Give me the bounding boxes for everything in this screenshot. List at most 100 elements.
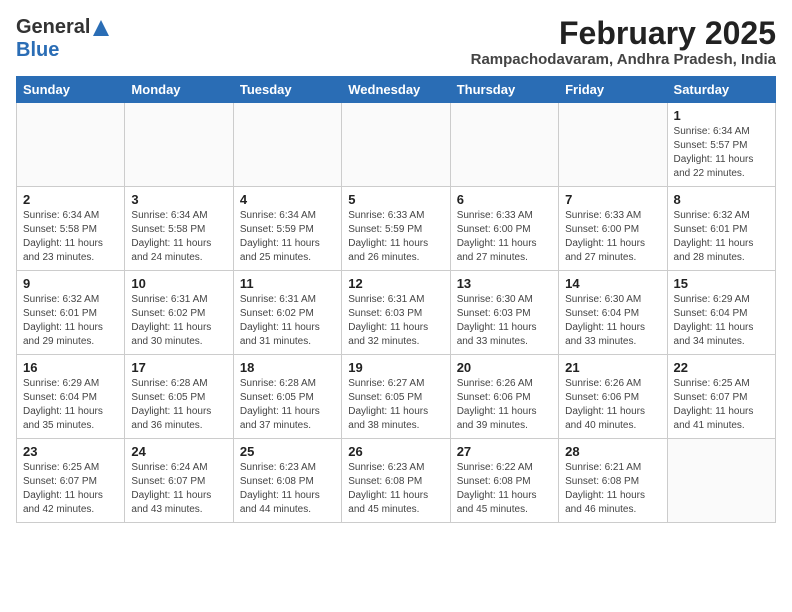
day-number: 10 [131, 276, 226, 291]
day-number: 16 [23, 360, 118, 375]
day-number: 15 [674, 276, 769, 291]
calendar-cell: 19Sunrise: 6:27 AM Sunset: 6:05 PM Dayli… [342, 355, 450, 439]
calendar-cell: 25 Sunrise: 6:23 AM Sunset: 6:08 PM Dayli… [233, 439, 341, 523]
day-info: Sunrise: 6:28 AM Sunset: 6:05 PM Dayligh… [240, 377, 335, 433]
calendar-cell: 26 Sunrise: 6:23 AM Sunset: 6:08 PM Dayli… [342, 439, 450, 523]
week-row-3: 9 Sunrise: 6:32 AM Sunset: 6:01 PM Daylig… [17, 271, 776, 355]
calendar-cell: 5 Sunrise: 6:33 AM Sunset: 5:59 PM Daylig… [342, 187, 450, 271]
day-number: 5 [348, 192, 443, 207]
calendar-cell: 27 Sunrise: 6:22 AM Sunset: 6:08 PM Dayli… [450, 439, 558, 523]
calendar-cell: 12 Sunrise: 6:31 AM Sunset: 6:03 PM Dayli… [342, 271, 450, 355]
title-section: February 2025 Rampachodavaram, Andhra Pr… [471, 16, 776, 68]
day-info: Sunrise: 6:31 AM Sunset: 6:02 PM Dayligh… [131, 293, 226, 349]
col-header-thursday: Thursday [450, 77, 558, 103]
day-number: 4 [240, 192, 335, 207]
calendar-cell: 3 Sunrise: 6:34 AM Sunset: 5:58 PM Daylig… [125, 187, 233, 271]
day-number: 24 [131, 444, 226, 459]
calendar-cell: 2 Sunrise: 6:34 AM Sunset: 5:58 PM Daylig… [17, 187, 125, 271]
day-info: Sunrise: 6:24 AM Sunset: 6:07 PM Dayligh… [131, 461, 226, 517]
logo-general-text: General [16, 16, 90, 39]
calendar-cell [125, 103, 233, 187]
day-number: 25 [240, 444, 335, 459]
col-header-tuesday: Tuesday [233, 77, 341, 103]
day-info: Sunrise: 6:26 AM Sunset: 6:06 PM Dayligh… [457, 377, 552, 433]
day-info: Sunrise: 6:31 AM Sunset: 6:03 PM Dayligh… [348, 293, 443, 349]
day-number: 14 [565, 276, 660, 291]
calendar-cell: 11Sunrise: 6:31 AM Sunset: 6:02 PM Dayli… [233, 271, 341, 355]
day-number: 27 [457, 444, 552, 459]
calendar-cell: 28 Sunrise: 6:21 AM Sunset: 6:08 PM Dayli… [559, 439, 667, 523]
day-number: 22 [674, 360, 769, 375]
col-header-monday: Monday [125, 77, 233, 103]
calendar-cell: 20 Sunrise: 6:26 AM Sunset: 6:06 PM Dayli… [450, 355, 558, 439]
day-number: 23 [23, 444, 118, 459]
day-info: Sunrise: 6:30 AM Sunset: 6:04 PM Dayligh… [565, 293, 660, 349]
calendar-cell: 16 Sunrise: 6:29 AM Sunset: 6:04 PM Dayli… [17, 355, 125, 439]
day-number: 8 [674, 192, 769, 207]
day-number: 1 [674, 108, 769, 123]
day-number: 18 [240, 360, 335, 375]
calendar-cell: 18 Sunrise: 6:28 AM Sunset: 6:05 PM Dayli… [233, 355, 341, 439]
day-info: Sunrise: 6:26 AM Sunset: 6:06 PM Dayligh… [565, 377, 660, 433]
day-info: Sunrise: 6:33 AM Sunset: 5:59 PM Dayligh… [348, 209, 443, 265]
day-info: Sunrise: 6:25 AM Sunset: 6:07 PM Dayligh… [674, 377, 769, 433]
day-number: 17 [131, 360, 226, 375]
day-info: Sunrise: 6:21 AM Sunset: 6:08 PM Dayligh… [565, 461, 660, 517]
day-number: 3 [131, 192, 226, 207]
calendar-cell [342, 103, 450, 187]
calendar-cell: 15 Sunrise: 6:29 AM Sunset: 6:04 PM Dayli… [667, 271, 775, 355]
day-info: Sunrise: 6:27 AM Sunset: 6:05 PM Dayligh… [348, 377, 443, 433]
day-info: Sunrise: 6:29 AM Sunset: 6:04 PM Dayligh… [23, 377, 118, 433]
col-header-friday: Friday [559, 77, 667, 103]
day-info: Sunrise: 6:29 AM Sunset: 6:04 PM Dayligh… [674, 293, 769, 349]
day-number: 12 [348, 276, 443, 291]
day-info: Sunrise: 6:34 AM Sunset: 5:59 PM Dayligh… [240, 209, 335, 265]
calendar-cell: 17 Sunrise: 6:28 AM Sunset: 6:05 PM Dayli… [125, 355, 233, 439]
calendar-cell: 10 Sunrise: 6:31 AM Sunset: 6:02 PM Dayli… [125, 271, 233, 355]
calendar-cell [17, 103, 125, 187]
month-year-title: February 2025 [471, 16, 776, 51]
day-number: 6 [457, 192, 552, 207]
day-info: Sunrise: 6:33 AM Sunset: 6:00 PM Dayligh… [457, 209, 552, 265]
day-number: 20 [457, 360, 552, 375]
calendar-cell: 23 Sunrise: 6:25 AM Sunset: 6:07 PM Dayli… [17, 439, 125, 523]
calendar-cell: 22 Sunrise: 6:25 AM Sunset: 6:07 PM Dayli… [667, 355, 775, 439]
day-number: 2 [23, 192, 118, 207]
day-info: Sunrise: 6:31 AM Sunset: 6:02 PM Dayligh… [240, 293, 335, 349]
page-header: General Blue February 2025 Rampachodavar… [16, 16, 776, 68]
day-number: 21 [565, 360, 660, 375]
day-info: Sunrise: 6:34 AM Sunset: 5:58 PM Dayligh… [131, 209, 226, 265]
calendar-cell: 14 Sunrise: 6:30 AM Sunset: 6:04 PM Dayli… [559, 271, 667, 355]
day-info: Sunrise: 6:28 AM Sunset: 6:05 PM Dayligh… [131, 377, 226, 433]
day-number: 13 [457, 276, 552, 291]
day-info: Sunrise: 6:22 AM Sunset: 6:08 PM Dayligh… [457, 461, 552, 517]
calendar-cell: 7Sunrise: 6:33 AM Sunset: 6:00 PM Daylig… [559, 187, 667, 271]
calendar-header-row: SundayMondayTuesdayWednesdayThursdayFrid… [17, 77, 776, 103]
calendar-cell: 21 Sunrise: 6:26 AM Sunset: 6:06 PM Dayli… [559, 355, 667, 439]
day-info: Sunrise: 6:34 AM Sunset: 5:58 PM Dayligh… [23, 209, 118, 265]
week-row-5: 23 Sunrise: 6:25 AM Sunset: 6:07 PM Dayli… [17, 439, 776, 523]
calendar-cell: 9 Sunrise: 6:32 AM Sunset: 6:01 PM Daylig… [17, 271, 125, 355]
calendar-cell [667, 439, 775, 523]
day-info: Sunrise: 6:23 AM Sunset: 6:08 PM Dayligh… [348, 461, 443, 517]
col-header-sunday: Sunday [17, 77, 125, 103]
week-row-2: 2 Sunrise: 6:34 AM Sunset: 5:58 PM Daylig… [17, 187, 776, 271]
calendar-cell [233, 103, 341, 187]
calendar-cell: 13 Sunrise: 6:30 AM Sunset: 6:03 PM Dayli… [450, 271, 558, 355]
col-header-saturday: Saturday [667, 77, 775, 103]
week-row-4: 16 Sunrise: 6:29 AM Sunset: 6:04 PM Dayli… [17, 355, 776, 439]
day-number: 9 [23, 276, 118, 291]
day-info: Sunrise: 6:30 AM Sunset: 6:03 PM Dayligh… [457, 293, 552, 349]
calendar-cell: 4 Sunrise: 6:34 AM Sunset: 5:59 PM Daylig… [233, 187, 341, 271]
day-info: Sunrise: 6:25 AM Sunset: 6:07 PM Dayligh… [23, 461, 118, 517]
calendar-cell [559, 103, 667, 187]
day-number: 28 [565, 444, 660, 459]
day-info: Sunrise: 6:33 AM Sunset: 6:00 PM Dayligh… [565, 209, 660, 265]
day-info: Sunrise: 6:32 AM Sunset: 6:01 PM Dayligh… [23, 293, 118, 349]
day-info: Sunrise: 6:23 AM Sunset: 6:08 PM Dayligh… [240, 461, 335, 517]
day-number: 26 [348, 444, 443, 459]
calendar-cell: 6 Sunrise: 6:33 AM Sunset: 6:00 PM Daylig… [450, 187, 558, 271]
calendar-cell: 8Sunrise: 6:32 AM Sunset: 6:01 PM Daylig… [667, 187, 775, 271]
day-info: Sunrise: 6:34 AM Sunset: 5:57 PM Dayligh… [674, 125, 769, 181]
logo-blue-text: Blue [16, 39, 59, 61]
